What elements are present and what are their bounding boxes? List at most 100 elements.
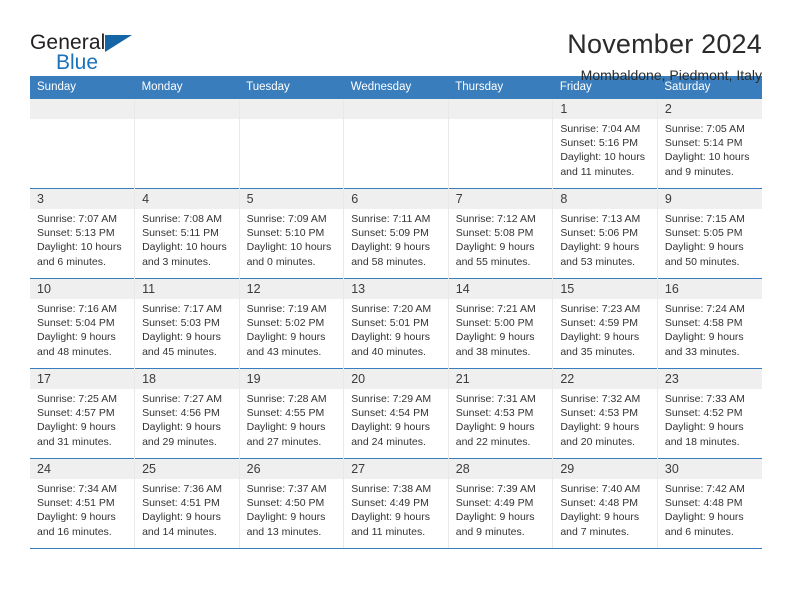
day-number: 23: [657, 369, 762, 389]
page-header: General Blue November 2024 Mombaldone, P…: [30, 0, 762, 83]
day-details: Sunrise: 7:28 AM Sunset: 4:55 PM Daylight:…: [240, 389, 344, 449]
calendar-day-cell[interactable]: 13 Sunrise: 7:20 AM Sunset: 5:01 PM Dayligh…: [343, 278, 449, 369]
daylight-text: Daylight: 9 hours: [664, 421, 744, 434]
day-details: Sunrise: 7:20 AM Sunset: 5:01 PM Daylight:…: [344, 299, 448, 359]
calendar-day-cell[interactable]: 7 Sunrise: 7:12 AM Sunset: 5:08 PM Daylight…: [447, 188, 553, 279]
calendar-day-cell[interactable]: 9 Sunrise: 7:15 AM Sunset: 5:05 PM Daylight…: [656, 188, 762, 279]
calendar-day-cell[interactable]: 27 Sunrise: 7:38 AM Sunset: 4:49 PM Dayligh…: [343, 458, 449, 549]
day-details: Sunrise: 7:25 AM Sunset: 4:57 PM Daylight:…: [30, 389, 134, 449]
sunset-text: Sunset: 4:56 PM: [142, 407, 220, 420]
calendar-day-cell[interactable]: 11 Sunrise: 7:17 AM Sunset: 5:03 PM Dayligh…: [134, 278, 240, 369]
calendar-day-cell[interactable]: 8 Sunrise: 7:13 AM Sunset: 5:06 PM Daylight…: [552, 188, 658, 279]
daylight-text-cont: and 33 minutes.: [664, 345, 740, 358]
day-number: 10: [30, 279, 135, 299]
day-details: Sunrise: 7:19 AM Sunset: 5:02 PM Daylight:…: [240, 299, 344, 359]
daylight-text: Daylight: 9 hours: [351, 421, 430, 434]
brand-logo[interactable]: General Blue: [30, 28, 160, 74]
daylight-text: Daylight: 9 hours: [246, 331, 326, 344]
day-number: [239, 99, 344, 119]
calendar-day-cell[interactable]: 22 Sunrise: 7:32 AM Sunset: 4:53 PM Dayligh…: [552, 368, 658, 459]
daylight-text-cont: and 53 minutes.: [560, 255, 636, 268]
day-number: 29: [553, 459, 657, 479]
daylight-text: Daylight: 9 hours: [246, 421, 326, 434]
calendar-day-cell[interactable]: 17 Sunrise: 7:25 AM Sunset: 4:57 PM Dayligh…: [30, 368, 135, 459]
triangle-icon: [105, 35, 132, 52]
daylight-text-cont: and 7 minutes.: [560, 525, 630, 538]
calendar-day-cell[interactable]: 20 Sunrise: 7:29 AM Sunset: 4:54 PM Dayligh…: [343, 368, 449, 459]
daylight-text: Daylight: 9 hours: [246, 511, 326, 524]
sunset-text: Sunset: 5:02 PM: [246, 317, 325, 330]
calendar-day-cell[interactable]: 21 Sunrise: 7:31 AM Sunset: 4:53 PM Dayligh…: [447, 368, 553, 459]
daylight-text: Daylight: 9 hours: [455, 241, 535, 254]
daylight-text-cont: and 14 minutes.: [142, 525, 217, 538]
sunrise-text: Sunrise: 7:12 AM: [455, 213, 536, 225]
calendar-day-cell[interactable]: 5 Sunrise: 7:09 AM Sunset: 5:10 PM Daylight…: [238, 188, 344, 279]
daylight-text-cont: and 55 minutes.: [455, 255, 531, 268]
sunset-text: Sunset: 4:57 PM: [37, 407, 115, 420]
sunrise-text: Sunrise: 7:40 AM: [560, 483, 641, 495]
daylight-text: Daylight: 9 hours: [142, 511, 221, 524]
daylight-text: Daylight: 10 hours: [142, 241, 227, 254]
sunrise-text: Sunrise: 7:11 AM: [351, 213, 431, 225]
calendar-page: General Blue November 2024 Mombaldone, P…: [0, 0, 792, 612]
day-number: [344, 99, 448, 119]
day-number: 1: [553, 99, 657, 119]
sunset-text: Sunset: 5:00 PM: [455, 317, 534, 330]
calendar-day-cell[interactable]: 28 Sunrise: 7:39 AM Sunset: 4:49 PM Dayligh…: [447, 458, 553, 549]
day-number: 27: [344, 459, 448, 479]
calendar-day-cell[interactable]: 4 Sunrise: 7:08 AM Sunset: 5:11 PM Daylight…: [134, 188, 240, 279]
day-number: 24: [30, 459, 135, 479]
day-number: 25: [135, 459, 239, 479]
calendar-day-cell[interactable]: 3 Sunrise: 7:07 AM Sunset: 5:13 PM Daylight…: [30, 188, 135, 279]
calendar-day-cell[interactable]: 15 Sunrise: 7:23 AM Sunset: 4:59 PM Dayligh…: [552, 278, 658, 369]
daylight-text-cont: and 29 minutes.: [142, 435, 217, 448]
day-number: 30: [657, 459, 762, 479]
sunrise-text: Sunrise: 7:08 AM: [142, 213, 223, 225]
calendar-day-cell[interactable]: 24 Sunrise: 7:34 AM Sunset: 4:51 PM Dayligh…: [30, 458, 135, 549]
day-details: Sunrise: 7:21 AM Sunset: 5:00 PM Daylight:…: [449, 299, 553, 359]
sunset-text: Sunset: 4:58 PM: [664, 317, 743, 330]
calendar-day-cell[interactable]: 29 Sunrise: 7:40 AM Sunset: 4:48 PM Dayligh…: [552, 458, 658, 549]
calendar-day-cell[interactable]: 25 Sunrise: 7:36 AM Sunset: 4:51 PM Dayligh…: [134, 458, 240, 549]
calendar-day-cell[interactable]: 18 Sunrise: 7:27 AM Sunset: 4:56 PM Dayligh…: [134, 368, 240, 459]
calendar-day-cell[interactable]: 16 Sunrise: 7:24 AM Sunset: 4:58 PM Dayligh…: [656, 278, 762, 369]
daylight-text: Daylight: 9 hours: [37, 331, 116, 344]
daylight-text-cont: and 11 minutes.: [560, 165, 635, 178]
calendar-day-cell[interactable]: 2 Sunrise: 7:05 AM Sunset: 5:14 PM Daylight…: [656, 98, 762, 189]
daylight-text-cont: and 24 minutes.: [351, 435, 426, 448]
day-details: Sunrise: 7:29 AM Sunset: 4:54 PM Daylight:…: [344, 389, 448, 449]
weekday-header-tuesday: Tuesday: [239, 76, 344, 99]
sunrise-text: Sunrise: 7:28 AM: [246, 393, 327, 405]
day-details: Sunrise: 7:37 AM Sunset: 4:50 PM Daylight:…: [240, 479, 344, 539]
calendar-day-cell[interactable]: 26 Sunrise: 7:37 AM Sunset: 4:50 PM Dayligh…: [238, 458, 344, 549]
calendar-day-cell[interactable]: 10 Sunrise: 7:16 AM Sunset: 5:04 PM Dayligh…: [30, 278, 135, 369]
sunset-text: Sunset: 4:53 PM: [560, 407, 638, 420]
daylight-text-cont: and 58 minutes.: [351, 255, 426, 268]
day-number: 20: [344, 369, 448, 389]
calendar-day-cell[interactable]: 12 Sunrise: 7:19 AM Sunset: 5:02 PM Dayligh…: [238, 278, 344, 369]
sunset-text: Sunset: 4:49 PM: [351, 497, 429, 510]
day-details: Sunrise: 7:13 AM Sunset: 5:06 PM Daylight:…: [553, 209, 657, 269]
daylight-text: Daylight: 9 hours: [455, 511, 535, 524]
daylight-text: Daylight: 9 hours: [455, 421, 535, 434]
sunrise-text: Sunrise: 7:36 AM: [142, 483, 223, 495]
daylight-text: Daylight: 9 hours: [664, 511, 744, 524]
calendar-day-cell[interactable]: 30 Sunrise: 7:42 AM Sunset: 4:48 PM Dayligh…: [656, 458, 762, 549]
daylight-text-cont: and 13 minutes.: [246, 525, 322, 538]
calendar-day-cell[interactable]: 19 Sunrise: 7:28 AM Sunset: 4:55 PM Dayligh…: [238, 368, 344, 459]
calendar-day-cell[interactable]: 14 Sunrise: 7:21 AM Sunset: 5:00 PM Dayligh…: [447, 278, 553, 369]
calendar-day-cell[interactable]: 23 Sunrise: 7:33 AM Sunset: 4:52 PM Dayligh…: [656, 368, 762, 459]
calendar-day-cell[interactable]: 1 Sunrise: 7:04 AM Sunset: 5:16 PM Daylight…: [552, 98, 658, 189]
daylight-text-cont: and 48 minutes.: [37, 345, 112, 358]
sunrise-text: Sunrise: 7:38 AM: [351, 483, 432, 495]
day-details: [30, 119, 134, 122]
sunrise-text: Sunrise: 7:42 AM: [664, 483, 745, 495]
calendar-week-row: 1 Sunrise: 7:04 AM Sunset: 5:16 PM Daylight…: [30, 98, 762, 189]
daylight-text: Daylight: 9 hours: [351, 511, 430, 524]
calendar-day-cell[interactable]: 6 Sunrise: 7:11 AM Sunset: 5:09 PM Daylight…: [343, 188, 449, 279]
daylight-text: Daylight: 10 hours: [560, 151, 645, 164]
daylight-text-cont: and 20 minutes.: [560, 435, 636, 448]
sunset-text: Sunset: 5:05 PM: [664, 227, 743, 240]
sunset-text: Sunset: 4:53 PM: [455, 407, 534, 420]
sunset-text: Sunset: 4:51 PM: [142, 497, 220, 510]
